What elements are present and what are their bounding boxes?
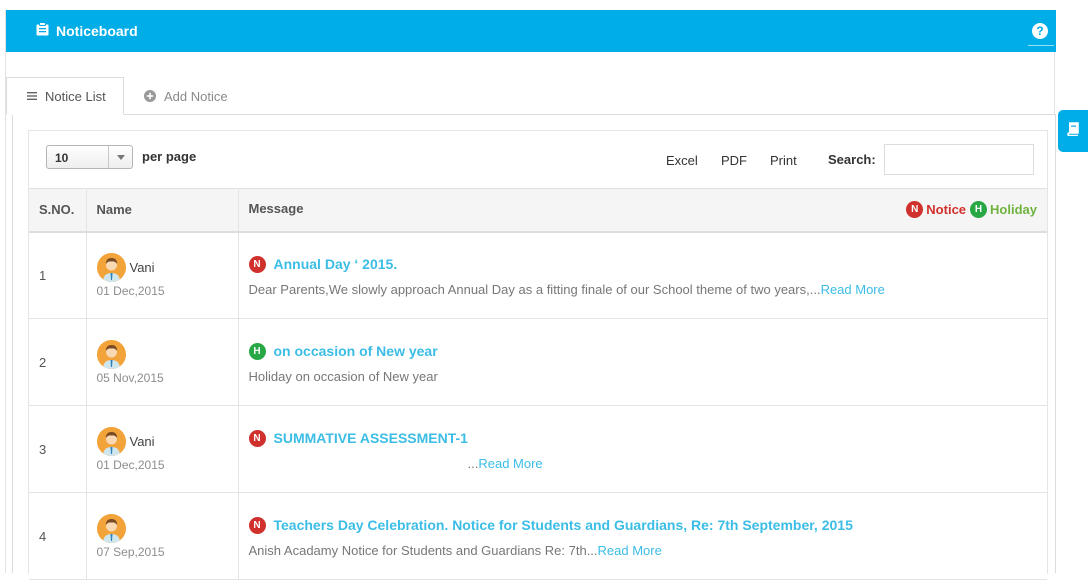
header-message[interactable]: Message N Notice H Holiday: [238, 188, 1047, 233]
user-name: Vani: [129, 433, 155, 449]
holiday-badge: H: [248, 342, 266, 360]
row-message-cell: N Annual Day ‘ 2015. Dear Parents,We slo…: [238, 231, 1048, 319]
notice-body: Holiday on occasion of New year: [249, 369, 1048, 384]
row-sno: 1: [29, 231, 87, 319]
header-title-wrap: Noticeboard: [36, 21, 138, 41]
row-name-cell: Vani 01 Dec,2015: [86, 231, 239, 319]
page-title: Noticeboard: [56, 23, 138, 39]
notice-legend-label: Notice: [926, 202, 967, 218]
row-name-cell: 07 Sep,2015: [86, 492, 239, 580]
notice-table-wrapper: 10 per page Excel PDF Print Search: S.NO…: [28, 130, 1048, 580]
row-sno: 2: [29, 318, 87, 406]
table-header-row: S.NO. Name Message N Notice H Holiday: [29, 188, 1047, 233]
list-icon: [27, 92, 37, 100]
row-name-cell: 05 Nov,2015: [86, 318, 239, 406]
avatar: [96, 252, 126, 282]
tab-add-notice[interactable]: Add Notice: [144, 77, 264, 115]
header-sno[interactable]: S.NO.: [29, 188, 87, 233]
notice-badge: N: [906, 201, 924, 219]
row-message-cell: N SUMMATIVE ASSESSMENT-1 ...Read More: [238, 405, 1048, 493]
table-row: 4 07 Sep,2015 N Teachers Day Celebration…: [29, 492, 1048, 580]
search-input[interactable]: [884, 144, 1034, 175]
avatar: [96, 339, 126, 369]
table-row: 3 Vani 01 Dec,2015 N SUMMATIVE ASSESSMEN…: [29, 405, 1048, 493]
tab-notice-list[interactable]: Notice List: [6, 77, 124, 115]
notice-badge: N: [248, 429, 266, 447]
plus-circle-icon: [144, 90, 156, 102]
row-message-cell: N Teachers Day Celebration. Notice for S…: [238, 492, 1048, 580]
clipboard-icon: [36, 21, 49, 41]
page-size-value: 10: [55, 151, 69, 165]
notice-body: Dear Parents,We slowly approach Annual D…: [249, 282, 1048, 297]
notice-badge: N: [248, 516, 266, 534]
tab-add-notice-label: Add Notice: [164, 88, 228, 104]
avatar: [96, 513, 126, 543]
notice-date: 07 Sep,2015: [96, 545, 165, 559]
notice-date: 01 Dec,2015: [96, 458, 165, 472]
chevron-down-icon: [108, 146, 132, 168]
excel-button[interactable]: Excel: [666, 153, 698, 168]
side-book-tab[interactable]: [1058, 110, 1088, 152]
notice-title-link[interactable]: SUMMATIVE ASSESSMENT-1: [274, 430, 468, 446]
tab-content: 10 per page Excel PDF Print Search: S.NO…: [12, 114, 1056, 580]
row-sno: 4: [29, 492, 87, 580]
row-message-cell: H on occasion of New year Holiday on occ…: [238, 318, 1048, 406]
read-more-link[interactable]: Read More: [478, 456, 542, 471]
row-sno: 3: [29, 405, 87, 493]
notice-date: 05 Nov,2015: [96, 371, 164, 385]
book-icon: [1066, 121, 1080, 141]
table-row: 2 05 Nov,2015 H on occasion of New year …: [29, 318, 1048, 406]
notice-body: Anish Acadamy Notice for Students and Gu…: [249, 543, 1048, 558]
notice-date: 01 Dec,2015: [96, 284, 165, 299]
read-more-link[interactable]: Read More: [821, 282, 885, 297]
notice-table: S.NO. Name Message N Notice H Holiday 1 …: [29, 188, 1047, 580]
holiday-badge: H: [970, 201, 988, 219]
notice-body-text: Holiday on occasion of New year: [248, 369, 438, 384]
notice-body: ...Read More: [249, 456, 1048, 471]
notice-title-link[interactable]: Annual Day ‘ 2015.: [274, 256, 398, 272]
help-icon[interactable]: ?: [1032, 23, 1048, 39]
holiday-legend-label: Holiday: [990, 202, 1037, 218]
notice-body-text: Anish Acadamy Notice for Students and Gu…: [248, 543, 598, 558]
notice-title-link[interactable]: Teachers Day Celebration. Notice for Stu…: [274, 517, 853, 533]
notice-badge: N: [248, 255, 266, 273]
noticeboard-panel: Noticeboard ? Notice List Add Notice 10: [5, 10, 1056, 580]
read-more-link[interactable]: Read More: [598, 543, 662, 558]
user-name: Vani: [129, 259, 155, 275]
notice-body-text: Dear Parents,We slowly approach Annual D…: [248, 282, 821, 298]
header-name[interactable]: Name: [86, 188, 239, 233]
help-underline: [1028, 45, 1054, 46]
header-message-label: Message: [248, 201, 304, 217]
avatar: [96, 426, 126, 456]
pdf-button[interactable]: PDF: [721, 153, 747, 168]
print-button[interactable]: Print: [770, 153, 797, 168]
tab-bar: Notice List Add Notice: [6, 77, 1056, 115]
notice-title-link[interactable]: on occasion of New year: [274, 343, 438, 359]
table-toolbar: 10 per page Excel PDF Print Search:: [29, 131, 1047, 188]
notice-body-text: ...: [467, 456, 479, 471]
table-row: 1 Vani 01 Dec,2015 N Annual Day ‘ 2015. …: [29, 231, 1048, 319]
per-page-label: per page: [142, 149, 197, 164]
type-legend: N Notice H Holiday: [906, 201, 1037, 219]
row-name-cell: Vani 01 Dec,2015: [86, 405, 239, 493]
page-size-select[interactable]: 10: [46, 145, 133, 169]
search-label: Search:: [828, 152, 876, 167]
tab-notice-list-label: Notice List: [45, 88, 106, 104]
panel-header: Noticeboard ?: [6, 10, 1056, 52]
